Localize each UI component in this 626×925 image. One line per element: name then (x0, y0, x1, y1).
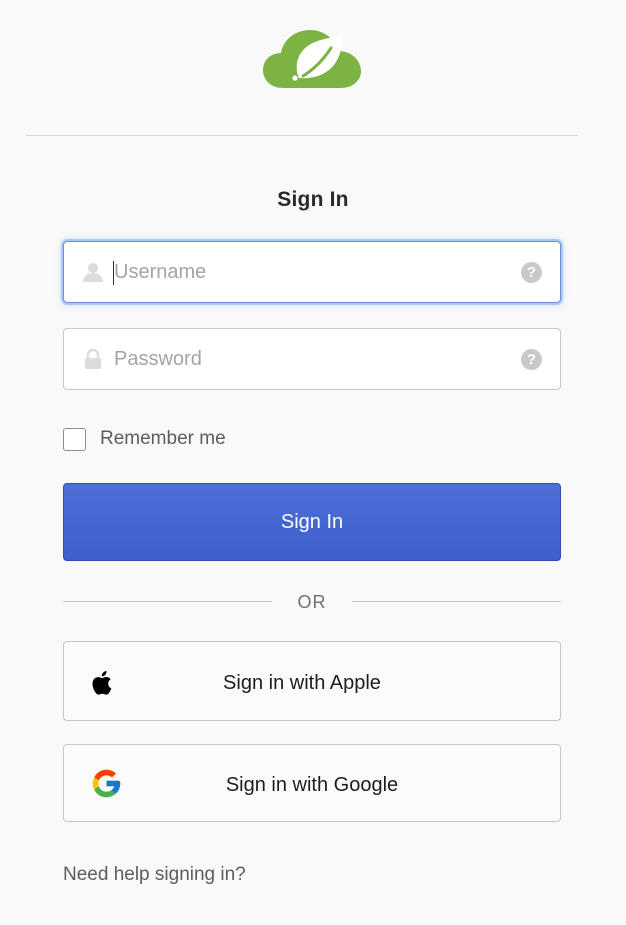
username-help-icon[interactable]: ? (521, 262, 542, 283)
separator-line-left (63, 601, 272, 602)
text-caret (113, 261, 114, 285)
remember-me-row[interactable]: Remember me (63, 426, 226, 452)
password-field[interactable]: ? (63, 328, 561, 390)
sign-in-with-apple-button[interactable]: Sign in with Apple (63, 641, 561, 721)
password-input[interactable] (110, 329, 514, 389)
spring-logo-icon (263, 30, 361, 88)
separator-text: OR (297, 592, 327, 612)
username-input[interactable] (110, 242, 514, 302)
apple-button-label: Sign in with Apple (223, 672, 381, 694)
google-button-label: Sign in with Google (225, 774, 399, 796)
remember-me-label[interactable]: Remember me (100, 428, 226, 450)
user-icon (83, 263, 103, 282)
remember-me-checkbox[interactable] (63, 427, 86, 451)
password-help-icon[interactable]: ? (521, 349, 542, 370)
separator-line-right (352, 601, 561, 602)
lock-icon (85, 348, 101, 369)
or-separator: OR (63, 592, 561, 618)
header-divider (26, 135, 578, 136)
page-title: Sign In (277, 188, 349, 211)
sign-in-button[interactable]: Sign In (63, 483, 561, 561)
help-link[interactable]: Need help signing in? (63, 864, 246, 886)
sign-in-with-google-button[interactable]: Sign in with Google (63, 744, 561, 822)
username-field[interactable]: ? (63, 241, 561, 303)
